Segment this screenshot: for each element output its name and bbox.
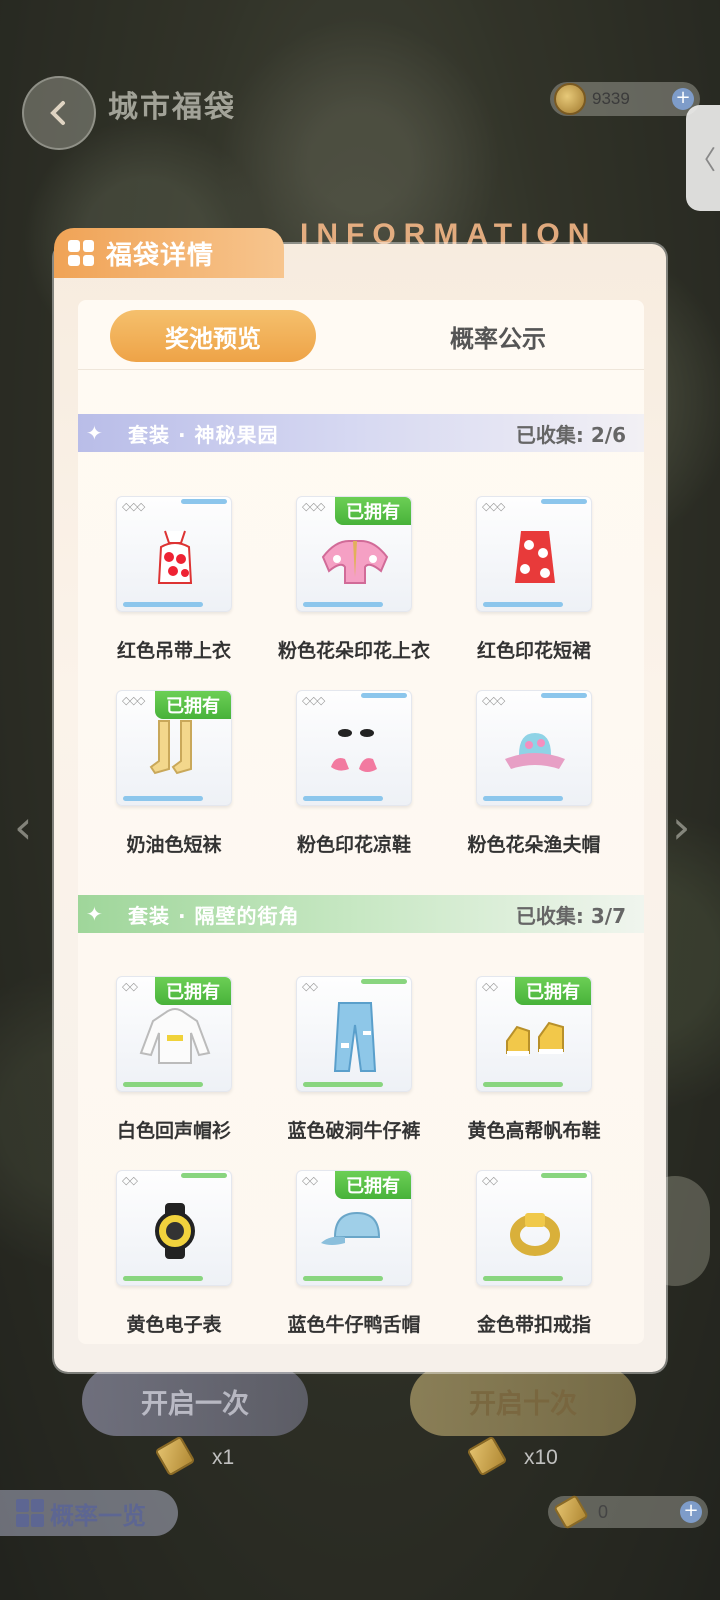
owned-badge: 已拥有 bbox=[155, 977, 231, 1005]
grid-icon bbox=[68, 240, 94, 266]
item-name: 蓝色破洞牛仔裤 bbox=[287, 1120, 421, 1142]
item-card[interactable]: ◇◇◇ 已拥有 奶油色短袜 bbox=[84, 690, 264, 857]
next-arrow-icon[interactable]: › bbox=[672, 800, 690, 854]
red-camisole-icon bbox=[157, 530, 193, 584]
yellow-watch-icon bbox=[155, 1203, 195, 1259]
ticket-icon bbox=[553, 1494, 589, 1530]
set-header: ✦ 套装 · 神秘果园 已收集: 2/6 bbox=[78, 414, 644, 452]
prev-arrow-icon[interactable]: ‹ bbox=[14, 800, 32, 854]
sparkle-icon: ✦ bbox=[86, 421, 103, 445]
item-card[interactable]: ◇◇ 已拥有 蓝色牛仔鸭舌帽 bbox=[264, 1170, 444, 1337]
item-card[interactable]: ◇◇◇ 粉色花朵渔夫帽 bbox=[444, 690, 624, 857]
item-card[interactable]: ◇◇◇ 已拥有 粉色花朵印花上衣 bbox=[264, 496, 444, 663]
ticket-balance: 0 + bbox=[548, 1494, 708, 1530]
tab-prize-pool[interactable]: 奖池预览 bbox=[110, 310, 316, 362]
pink-sandals-icon bbox=[331, 729, 377, 772]
modal-title: 福袋详情 bbox=[106, 240, 215, 271]
ripped-jeans-icon bbox=[333, 1002, 377, 1072]
set-name: 套装 · 隔壁的街角 bbox=[128, 903, 300, 928]
side-drawer-tab[interactable]: 〈 bbox=[686, 105, 720, 211]
item-name: 粉色花朵印花上衣 bbox=[277, 640, 430, 662]
item-card[interactable]: ◇◇◇ 粉色印花凉鞋 bbox=[264, 690, 444, 857]
item-name: 黄色高帮帆布鞋 bbox=[467, 1120, 601, 1142]
collected-count: 已收集: 3/7 bbox=[515, 903, 626, 928]
item-name: 白色回声帽衫 bbox=[116, 1120, 231, 1142]
coin-balance: 9339 + bbox=[550, 82, 700, 116]
denim-cap-icon bbox=[321, 1211, 381, 1245]
cream-socks-icon bbox=[149, 720, 192, 775]
add-coins-button[interactable]: + bbox=[672, 88, 694, 110]
item-name: 粉色印花凉鞋 bbox=[296, 834, 411, 856]
grid-icon bbox=[16, 1499, 44, 1527]
collected-count: 已收集: 2/6 bbox=[515, 422, 626, 447]
item-name: 红色印花短裙 bbox=[476, 640, 591, 662]
owned-badge: 已拥有 bbox=[335, 497, 411, 525]
item-card[interactable]: ◇◇◇ 红色吊带上衣 bbox=[84, 496, 264, 663]
owned-badge: 已拥有 bbox=[155, 691, 231, 719]
open-once-button[interactable]: 开启一次 bbox=[82, 1366, 308, 1436]
owned-badge: 已拥有 bbox=[515, 977, 591, 1005]
rate-list-label: 概率一览 bbox=[50, 1501, 146, 1530]
item-card[interactable]: ◇◇ 已拥有 白色回声帽衫 bbox=[84, 976, 264, 1143]
item-name: 红色吊带上衣 bbox=[116, 640, 231, 662]
item-card[interactable]: ◇◇ 已拥有 黄色高帮帆布鞋 bbox=[444, 976, 624, 1143]
item-name: 金色带扣戒指 bbox=[476, 1314, 591, 1336]
item-name: 粉色花朵渔夫帽 bbox=[467, 834, 601, 856]
item-name: 蓝色牛仔鸭舌帽 bbox=[287, 1314, 421, 1336]
item-card[interactable]: ◇◇◇ 红色印花短裙 bbox=[444, 496, 624, 663]
gold-ring-icon bbox=[510, 1213, 560, 1256]
page-title: 城市福袋 bbox=[108, 90, 236, 125]
set-header: ✦ 套装 · 隔壁的街角 已收集: 3/7 bbox=[78, 895, 644, 933]
item-card[interactable]: ◇◇ 黄色电子表 bbox=[84, 1170, 264, 1337]
tab-probability[interactable]: 概率公示 bbox=[408, 310, 588, 362]
yellow-sneakers-icon bbox=[506, 1021, 564, 1056]
add-tickets-button[interactable]: + bbox=[680, 1501, 702, 1523]
white-hoodie-icon bbox=[139, 1008, 211, 1064]
back-button[interactable] bbox=[22, 76, 96, 150]
cost-ten: x10 bbox=[524, 1446, 558, 1469]
coin-amount: 9339 bbox=[592, 89, 630, 108]
item-card[interactable]: ◇◇ 蓝色破洞牛仔裤 bbox=[264, 976, 444, 1143]
item-card[interactable]: ◇◇ 金色带扣戒指 bbox=[444, 1170, 624, 1337]
sparkle-icon: ✦ bbox=[86, 902, 103, 926]
modal-header: 福袋详情 bbox=[54, 228, 284, 278]
rate-list-button[interactable]: 概率一览 bbox=[0, 1490, 178, 1536]
tab-bar: 奖池预览 概率公示 bbox=[78, 300, 644, 370]
back-arrow-icon bbox=[50, 101, 65, 125]
red-print-skirt-icon bbox=[515, 531, 555, 583]
coin-icon bbox=[554, 83, 586, 115]
owned-badge: 已拥有 bbox=[335, 1171, 411, 1199]
ticket-amount: 0 bbox=[598, 1501, 609, 1522]
cost-once: x1 bbox=[212, 1446, 235, 1469]
set-name: 套装 · 神秘果园 bbox=[128, 422, 279, 447]
item-name: 奶油色短袜 bbox=[126, 834, 222, 856]
pink-floral-top-icon bbox=[321, 540, 389, 584]
item-name: 黄色电子表 bbox=[126, 1314, 222, 1336]
pink-bucket-hat-icon bbox=[505, 733, 565, 769]
open-ten-button[interactable]: 开启十次 bbox=[410, 1366, 636, 1436]
